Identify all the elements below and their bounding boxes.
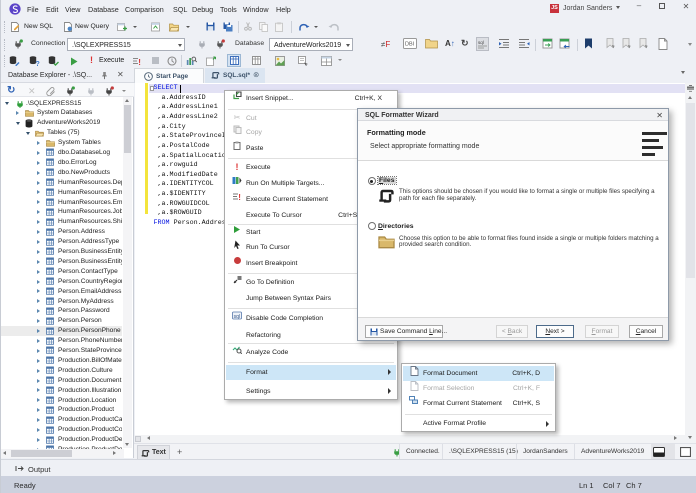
svg-text:!: ! — [138, 58, 141, 66]
svg-text:sql: sql — [234, 313, 240, 319]
svg-text:!: ! — [238, 193, 241, 201]
svg-text:DBI: DBI — [405, 42, 415, 48]
svg-text:?: ? — [36, 61, 40, 66]
svg-text:sql: sql — [478, 40, 484, 45]
